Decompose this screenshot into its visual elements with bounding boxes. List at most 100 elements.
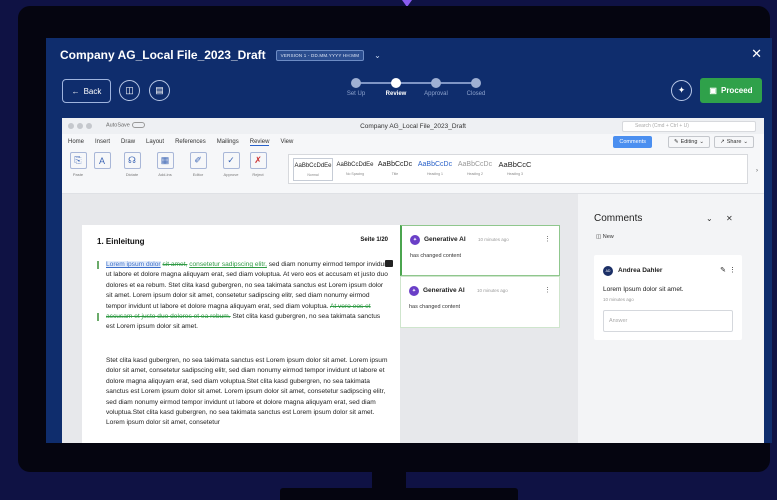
ai-comment-time: 10 minutes ago bbox=[477, 288, 508, 293]
style-title[interactable]: AaBbCcDc Title bbox=[375, 158, 415, 176]
style-name: Normal bbox=[307, 173, 319, 177]
more-options-icon[interactable]: ⋮ bbox=[544, 235, 551, 243]
pencil-icon[interactable]: ✎ bbox=[720, 266, 726, 274]
proceed-label: Proceed bbox=[720, 86, 753, 95]
search-input[interactable]: Search (Cmd + Ctrl + U) bbox=[622, 121, 756, 132]
tab-draw[interactable]: Draw bbox=[121, 139, 135, 145]
comments-label: Comments bbox=[619, 139, 646, 145]
step-review[interactable]: Review bbox=[376, 78, 416, 97]
workflow-steps: Set Up Review Approval Closed bbox=[336, 78, 496, 110]
pencil-icon: ✎ bbox=[673, 139, 679, 145]
style-sample: AaBbCcDc bbox=[377, 161, 413, 168]
tab-layout[interactable]: Layout bbox=[146, 139, 164, 145]
proceed-button[interactable]: ▣ Proceed bbox=[700, 78, 762, 103]
tab-view[interactable]: View bbox=[280, 139, 293, 145]
chevron-down-icon: ⌄ bbox=[743, 139, 748, 145]
ai-assist-button[interactable]: ✦ bbox=[671, 80, 692, 101]
answer-input[interactable]: Answer bbox=[603, 310, 733, 332]
style-sample: AaBbCcDdEe bbox=[294, 163, 332, 169]
ai-comment-author: Generative AI bbox=[423, 287, 465, 294]
tab-home[interactable]: Home bbox=[68, 139, 84, 145]
change-bar bbox=[97, 313, 99, 321]
chevron-right-icon[interactable]: › bbox=[756, 168, 758, 174]
add-ins-button[interactable]: ▦ Add-ins bbox=[151, 152, 179, 177]
tab-review[interactable]: Review bbox=[249, 139, 270, 146]
ai-comment-text: has changed content bbox=[409, 304, 461, 310]
chevron-down-icon[interactable]: ⌄ bbox=[374, 51, 381, 60]
more-options-icon[interactable]: ⋮ bbox=[729, 266, 736, 274]
step-dot bbox=[471, 78, 481, 88]
style-heading-1[interactable]: AaBbCcDc Heading 1 bbox=[415, 158, 455, 176]
document-button[interactable]: ▤ bbox=[149, 80, 170, 101]
step-approval[interactable]: Approval bbox=[416, 78, 456, 97]
page-number: Seite 1/20 bbox=[360, 237, 388, 243]
font-icon: A bbox=[93, 152, 111, 169]
style-heading-2[interactable]: AaBbCcDc Heading 2 bbox=[455, 158, 495, 176]
step-setup[interactable]: Set Up bbox=[336, 78, 376, 97]
ribbon-label: Approve bbox=[223, 172, 239, 177]
deleted-text: sit amet, bbox=[162, 261, 188, 268]
arrow-left-icon: ← bbox=[71, 86, 80, 96]
check-icon: ✓ bbox=[222, 152, 240, 169]
tab-mailings[interactable]: Mailings bbox=[217, 139, 239, 145]
style-no-spacing[interactable]: AaBbCcDdEe No Spacing bbox=[335, 158, 375, 176]
clipboard-button[interactable]: ◫ bbox=[119, 80, 140, 101]
new-comment-button[interactable]: ◫ New bbox=[596, 234, 614, 240]
font-button[interactable]: A bbox=[88, 152, 116, 169]
style-sample: AaBbCcDdEe bbox=[336, 162, 374, 168]
style-sample: AaBbCcC bbox=[498, 160, 532, 169]
close-icon[interactable]: ✕ bbox=[751, 46, 762, 62]
ribbon-label: Add-ins bbox=[158, 172, 172, 177]
step-closed[interactable]: Closed bbox=[456, 78, 496, 97]
share-button[interactable]: ↗ Share ⌄ bbox=[714, 136, 754, 148]
ai-comment-card[interactable]: ✦ Generative AI 10 minutes ago ⋮ has cha… bbox=[400, 276, 560, 328]
tab-insert[interactable]: Insert bbox=[95, 139, 110, 145]
x-icon: ✗ bbox=[249, 152, 267, 169]
paragraph-2[interactable]: Stet clita kasd gubergren, no sea takima… bbox=[106, 356, 390, 429]
comment-time: 10 minutes ago bbox=[603, 297, 634, 302]
comments-button[interactable]: Comments bbox=[613, 136, 652, 148]
chevron-down-icon[interactable]: ⌄ bbox=[706, 214, 713, 223]
reject-button[interactable]: ✗ Reject bbox=[244, 152, 272, 177]
dictate-button[interactable]: ☊ Dictate bbox=[118, 152, 146, 177]
change-bar bbox=[97, 261, 99, 269]
ribbon-label: Dictate bbox=[125, 172, 139, 177]
close-icon[interactable]: ✕ bbox=[726, 214, 733, 223]
action-bar: ← Back ◫ ▤ Set Up Review Approval Closed… bbox=[46, 72, 772, 114]
style-sample: AaBbCcDc bbox=[417, 161, 453, 168]
styles-gallery: AaBbCcDdEe Normal AaBbCcDdEe No Spacing Aa… bbox=[288, 154, 748, 184]
editing-button[interactable]: ✎ Editing ⌄ bbox=[667, 136, 710, 148]
inserted-text: consetetur sadipscing elitr, bbox=[189, 261, 267, 268]
tab-references[interactable]: References bbox=[175, 139, 206, 145]
sparkle-icon: ✦ bbox=[677, 85, 686, 95]
editor-button[interactable]: ✐ Editor bbox=[184, 152, 212, 177]
comment-card[interactable]: AD Andrea Dahler ✎ ⋮ Lorem Ipsum dolor s… bbox=[594, 255, 742, 340]
comment-author: Andrea Dahler bbox=[618, 267, 663, 274]
ai-comment-text: has changed content bbox=[410, 253, 462, 259]
chevron-down-icon: ⌄ bbox=[699, 139, 704, 145]
back-button[interactable]: ← Back bbox=[62, 79, 111, 103]
style-normal[interactable]: AaBbCcDdEe Normal bbox=[293, 158, 333, 181]
word-titlebar: AutoSave Company AG_Local File_2023_Draf… bbox=[62, 118, 764, 134]
step-label: Review bbox=[385, 91, 407, 97]
style-name: Heading 3 bbox=[507, 172, 523, 176]
ai-comment-card[interactable]: ✦ Generative AI 10 minutes ago ⋮ has cha… bbox=[400, 225, 560, 276]
grid-icon: ▦ bbox=[156, 152, 174, 169]
share-icon: ↗ bbox=[720, 139, 725, 145]
style-heading-3[interactable]: AaBbCcC Heading 3 bbox=[495, 158, 535, 176]
approve-button[interactable]: ✓ Approve bbox=[217, 152, 245, 177]
comment-text: Lorem Ipsum dolor sit amet. bbox=[603, 286, 684, 293]
menu-tabs: Home Insert Draw Layout References Maili… bbox=[62, 134, 764, 150]
paragraph-1[interactable]: Lorem ipsum dolor sit amet, consetetur s… bbox=[106, 260, 390, 333]
page-heading: 1. Einleitung bbox=[97, 237, 145, 246]
more-options-icon[interactable]: ⋮ bbox=[544, 286, 551, 294]
word-editor: AutoSave Company AG_Local File_2023_Draf… bbox=[62, 118, 764, 443]
style-name: Title bbox=[391, 172, 399, 176]
document-page[interactable]: 1. Einleitung Seite 1/20 Lorem ipsum dol… bbox=[82, 225, 400, 443]
ai-avatar-icon: ✦ bbox=[409, 286, 419, 296]
new-label: New bbox=[602, 234, 614, 240]
version-chip[interactable]: VERSION 1 - DD.MM.YYYY HH:MM bbox=[275, 49, 365, 61]
step-dot bbox=[391, 78, 401, 88]
highlighted-text: Lorem ipsum dolor bbox=[106, 261, 161, 268]
ai-comment-time: 10 minutes ago bbox=[478, 237, 509, 242]
